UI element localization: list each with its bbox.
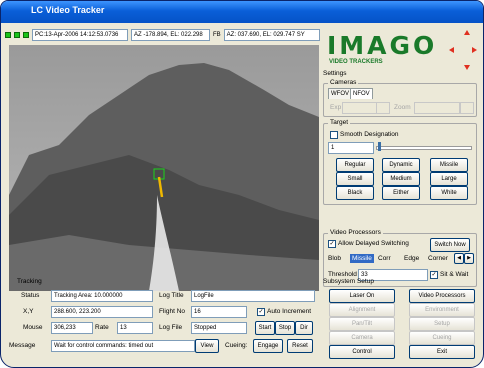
- medium-button[interactable]: Medium: [382, 172, 420, 186]
- cueing-button[interactable]: Cueing: [409, 331, 475, 345]
- laser-on-button[interactable]: Laser On: [329, 289, 395, 303]
- client-area: PC:13-Apr-2006 14:12:53.0736 AZ -178.894…: [5, 23, 479, 363]
- imago-logo: IMAGO VIDEO TRACKERS: [323, 29, 477, 71]
- subsystem-title: Subsystem Setup: [323, 278, 374, 285]
- settings-title: Settings: [323, 70, 347, 77]
- log-title-label: Log Title: [159, 292, 184, 299]
- mouse-label: Mouse: [23, 324, 43, 331]
- tab-edge[interactable]: Edge: [404, 255, 419, 262]
- zoom-label: Zoom: [394, 104, 411, 111]
- cueing-label: Cueing:: [225, 342, 248, 349]
- message-field: Wait for control commands: timed out: [51, 340, 195, 352]
- tab-nfov[interactable]: NFOV: [350, 88, 373, 99]
- engage-button[interactable]: Engage: [253, 339, 283, 353]
- target-title: Target: [328, 119, 351, 126]
- status-led-icon: [23, 32, 29, 38]
- either-button[interactable]: Either: [382, 186, 420, 200]
- status-led-icon: [14, 32, 20, 38]
- view-button[interactable]: View: [195, 339, 219, 353]
- target-slider-thumb[interactable]: [378, 142, 381, 151]
- large-button[interactable]: Large: [430, 172, 468, 186]
- allow-delayed-switching-checkbox[interactable]: ✓: [328, 240, 336, 248]
- status-field: Tracking Area: 10.000000: [51, 290, 153, 302]
- black-button[interactable]: Black: [336, 186, 374, 200]
- smooth-designation-checkbox[interactable]: [330, 131, 338, 139]
- log-file-field: Stopped: [191, 322, 247, 334]
- threshold-label: Threshold: [328, 271, 357, 278]
- allow-delayed-switching-label: Allow Delayed Switching: [338, 240, 409, 247]
- settings-panel: Settings Cameras WFOV NFOV Exp Zoom Targ…: [321, 70, 479, 291]
- target-group: Target Smooth Designation 1 Regular Dyna…: [323, 119, 477, 205]
- tracking-title: Tracking: [17, 278, 42, 285]
- video-processors-button[interactable]: Video Processors: [409, 289, 475, 303]
- subsystem-setup-panel: Subsystem Setup Laser On Video Processor…: [321, 278, 479, 359]
- tab-corr[interactable]: Corr: [378, 255, 391, 262]
- video-feed[interactable]: [9, 45, 319, 291]
- az-el-readout: AZ -178.894, EL: 022.298: [131, 29, 210, 41]
- alignment-button[interactable]: Alignment: [329, 303, 395, 317]
- small-button[interactable]: Small: [336, 172, 374, 186]
- xy-label: X,Y: [23, 308, 34, 315]
- flight-no-label: Flight No: [159, 308, 186, 315]
- smooth-designation-label: Smooth Designation: [340, 131, 399, 138]
- control-button[interactable]: Control: [329, 345, 395, 359]
- status-row: PC:13-Apr-2006 14:12:53.0736 AZ -178.894…: [5, 29, 320, 41]
- logo-text: IMAGO: [327, 31, 438, 60]
- tab-scroll-left-icon[interactable]: ◀: [454, 253, 464, 264]
- dynamic-button[interactable]: Dynamic: [382, 158, 420, 172]
- setup-button[interactable]: Setup: [409, 317, 475, 331]
- logo-subtitle: VIDEO TRACKERS: [329, 59, 383, 65]
- auto-increment-label: Auto Increment: [267, 308, 312, 315]
- target-value-input[interactable]: 1: [328, 142, 374, 154]
- camera-button[interactable]: Camera: [329, 331, 395, 345]
- pc-time-readout: PC:13-Apr-2006 14:12:53.0736: [32, 29, 128, 41]
- exit-button[interactable]: Exit: [409, 345, 475, 359]
- exp-label: Exp: [330, 104, 342, 111]
- tab-corner[interactable]: Corner: [428, 255, 448, 262]
- reset-button[interactable]: Reset: [287, 339, 313, 353]
- exp-input[interactable]: [342, 102, 378, 114]
- fb-label: FB: [213, 32, 221, 38]
- switch-now-button[interactable]: Switch Now: [430, 238, 470, 252]
- status-led-icon: [5, 32, 11, 38]
- app-window: LC Video Tracker PC:13-Apr-2006 14:12:53…: [0, 0, 484, 368]
- status-label: Status: [21, 292, 40, 299]
- pan-tilt-button[interactable]: Pan/Tilt: [329, 317, 395, 331]
- exp-stepper[interactable]: [376, 102, 390, 114]
- flight-no-input[interactable]: 16: [191, 306, 247, 318]
- stop-button[interactable]: Stop: [275, 321, 295, 335]
- tracking-panel: Tracking Status Tracking Area: 10.000000…: [9, 278, 317, 359]
- sit-wait-label: Sit & Wait: [440, 271, 469, 278]
- video-scene: [9, 45, 319, 291]
- regular-button[interactable]: Regular: [336, 158, 374, 172]
- rate-field: 13: [117, 322, 153, 334]
- log-file-label: Log File: [159, 324, 183, 331]
- message-label: Message: [9, 342, 36, 349]
- sit-wait-checkbox[interactable]: ✓: [430, 271, 438, 279]
- cameras-group: Cameras WFOV NFOV Exp Zoom: [323, 79, 477, 117]
- mouse-field: 306,233: [51, 322, 93, 334]
- fb-az-el-readout: AZ: 037.690, EL: 029.747 SY: [223, 29, 320, 41]
- tab-scroll-right-icon[interactable]: ▶: [464, 253, 474, 264]
- video-processors-title: Video Processors: [328, 229, 383, 236]
- start-button[interactable]: Start: [255, 321, 275, 335]
- dir-button[interactable]: Dir: [295, 321, 313, 335]
- tab-blob[interactable]: Blob: [328, 255, 341, 262]
- rate-label: Rate: [95, 324, 109, 331]
- title-bar[interactable]: LC Video Tracker: [1, 1, 483, 23]
- window-title: LC Video Tracker: [31, 5, 105, 15]
- auto-increment-checkbox[interactable]: ✓: [257, 308, 265, 316]
- log-title-input[interactable]: LogFile: [191, 290, 315, 302]
- missile-button[interactable]: Missile: [430, 158, 468, 172]
- zoom-input[interactable]: [414, 102, 460, 114]
- target-slider[interactable]: [376, 146, 472, 150]
- environment-button[interactable]: Environment: [409, 303, 475, 317]
- tab-missile[interactable]: Missile: [350, 254, 374, 263]
- cameras-title: Cameras: [328, 79, 359, 86]
- xy-field: 288.600, 223.200: [51, 306, 153, 318]
- zoom-stepper[interactable]: [460, 102, 474, 114]
- tab-wfov[interactable]: WFOV: [328, 88, 352, 99]
- white-button[interactable]: White: [430, 186, 468, 200]
